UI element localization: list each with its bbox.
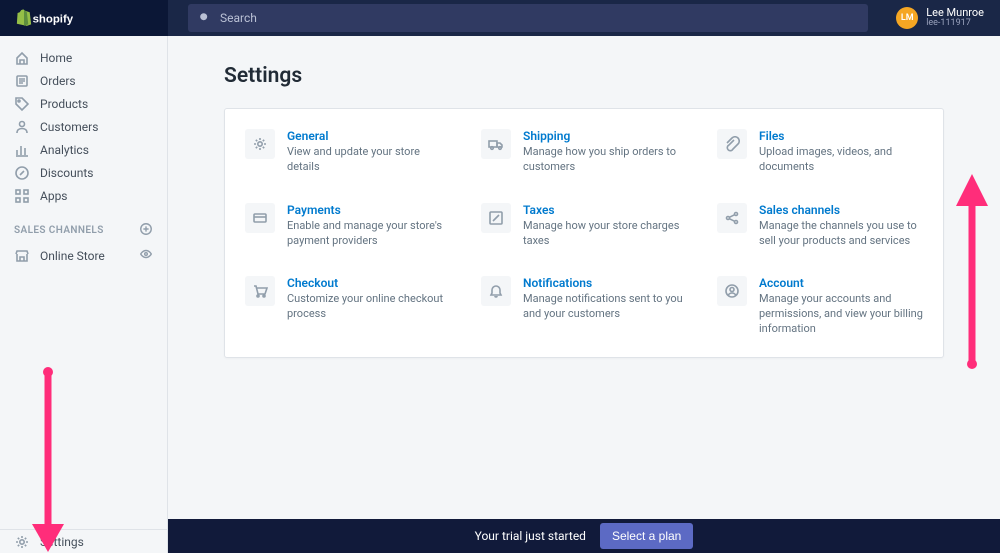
truck-icon (481, 129, 511, 159)
search-placeholder: Search (220, 11, 257, 25)
tile-desc: Upload images, videos, and documents (759, 145, 923, 175)
content: Settings General View and update your st… (168, 36, 1000, 553)
sidebar-item-apps[interactable]: Apps (0, 184, 167, 207)
tile-desc: Manage how your store charges taxes (523, 219, 687, 249)
settings-tile-notifications[interactable]: Notifications Manage notifications sent … (471, 276, 697, 337)
add-channel-button[interactable] (139, 221, 153, 240)
tag-icon (14, 96, 30, 112)
settings-tile-files[interactable]: Files Upload images, videos, and documen… (707, 129, 933, 175)
sales-channels-header: SALES CHANNELS (14, 225, 104, 236)
sidebar-item-label: Products (40, 97, 88, 111)
settings-tile-payments[interactable]: Payments Enable and manage your store's … (235, 203, 461, 249)
sidebar-item-label: Customers (40, 120, 98, 134)
bell-icon (481, 276, 511, 306)
trial-text: Your trial just started (475, 529, 586, 543)
cart-icon (245, 276, 275, 306)
person-icon (14, 119, 30, 135)
tile-desc: View and update your store details (287, 145, 451, 175)
shopify-logo-icon: shopify (14, 8, 85, 28)
tile-desc: Enable and manage your store's payment p… (287, 219, 451, 249)
clip-icon (717, 129, 747, 159)
tile-title: Shipping (523, 129, 687, 143)
tile-desc: Customize your online checkout process (287, 292, 451, 322)
search-input[interactable]: Search (188, 4, 868, 32)
plus-circle-icon (139, 222, 153, 236)
search-icon (198, 11, 212, 25)
tile-desc: Manage notifications sent to you and you… (523, 292, 687, 322)
tile-title: Notifications (523, 276, 687, 290)
tile-title: Payments (287, 203, 451, 217)
home-icon (14, 50, 30, 66)
settings-tile-sales-channels[interactable]: Sales channels Manage the channels you u… (707, 203, 933, 249)
eye-icon (139, 247, 153, 261)
sidebar-item-home[interactable]: Home (0, 46, 167, 69)
topbar: shopify Search LM Lee Munroe lee-111917 (0, 0, 1000, 36)
tile-title: Checkout (287, 276, 451, 290)
avatar: LM (896, 7, 918, 29)
logo[interactable]: shopify (0, 0, 168, 36)
sidebar-item-label: Analytics (40, 143, 89, 157)
sidebar-item-label: Discounts (40, 166, 93, 180)
select-plan-button[interactable]: Select a plan (600, 523, 693, 549)
tile-desc: Manage the channels you use to sell your… (759, 219, 923, 249)
sidebar-item-analytics[interactable]: Analytics (0, 138, 167, 161)
sidebar-item-label: Orders (40, 74, 76, 88)
tile-title: Taxes (523, 203, 687, 217)
percent-icon (481, 203, 511, 233)
tile-title: Account (759, 276, 923, 290)
tile-desc: Manage your accounts and permissions, an… (759, 292, 923, 337)
sidebar-item-label: Online Store (40, 249, 105, 263)
search-wrap: Search (168, 4, 896, 32)
sidebar-settings[interactable]: Settings (0, 530, 167, 553)
trial-bar: Your trial just started Select a plan (168, 519, 1000, 553)
sidebar-item-customers[interactable]: Customers (0, 115, 167, 138)
tile-title: General (287, 129, 451, 143)
settings-tile-checkout[interactable]: Checkout Customize your online checkout … (235, 276, 461, 337)
settings-tile-account[interactable]: Account Manage your accounts and permiss… (707, 276, 933, 337)
gear-icon (14, 534, 30, 550)
settings-tile-shipping[interactable]: Shipping Manage how you ship orders to c… (471, 129, 697, 175)
settings-tile-taxes[interactable]: Taxes Manage how your store charges taxe… (471, 203, 697, 249)
sidebar-settings-label: Settings (40, 535, 84, 549)
card-icon (245, 203, 275, 233)
account-icon (717, 276, 747, 306)
sidebar-item-discounts[interactable]: Discounts (0, 161, 167, 184)
analytics-icon (14, 142, 30, 158)
sidebar-item-products[interactable]: Products (0, 92, 167, 115)
user-store: lee-111917 (926, 19, 984, 29)
discount-icon (14, 165, 30, 181)
page-title: Settings (224, 64, 944, 88)
sidebar-item-online-store[interactable]: Online Store (0, 244, 167, 267)
sidebar-item-label: Home (40, 51, 72, 65)
tile-desc: Manage how you ship orders to customers (523, 145, 687, 175)
orders-icon (14, 73, 30, 89)
store-icon (14, 248, 30, 264)
tile-title: Sales channels (759, 203, 923, 217)
view-store-button[interactable] (139, 247, 153, 264)
annotation-arrow-settings (18, 366, 78, 553)
svg-text:shopify: shopify (33, 13, 74, 25)
user-menu[interactable]: LM Lee Munroe lee-111917 (896, 7, 1000, 29)
apps-icon (14, 188, 30, 204)
sidebar: Home Orders Products Customers Analytics… (0, 36, 168, 553)
settings-card: General View and update your store detai… (224, 108, 944, 358)
gear-icon (245, 129, 275, 159)
sidebar-item-label: Apps (40, 189, 68, 203)
tile-title: Files (759, 129, 923, 143)
sidebar-item-orders[interactable]: Orders (0, 69, 167, 92)
settings-tile-general[interactable]: General View and update your store detai… (235, 129, 461, 175)
share-icon (717, 203, 747, 233)
